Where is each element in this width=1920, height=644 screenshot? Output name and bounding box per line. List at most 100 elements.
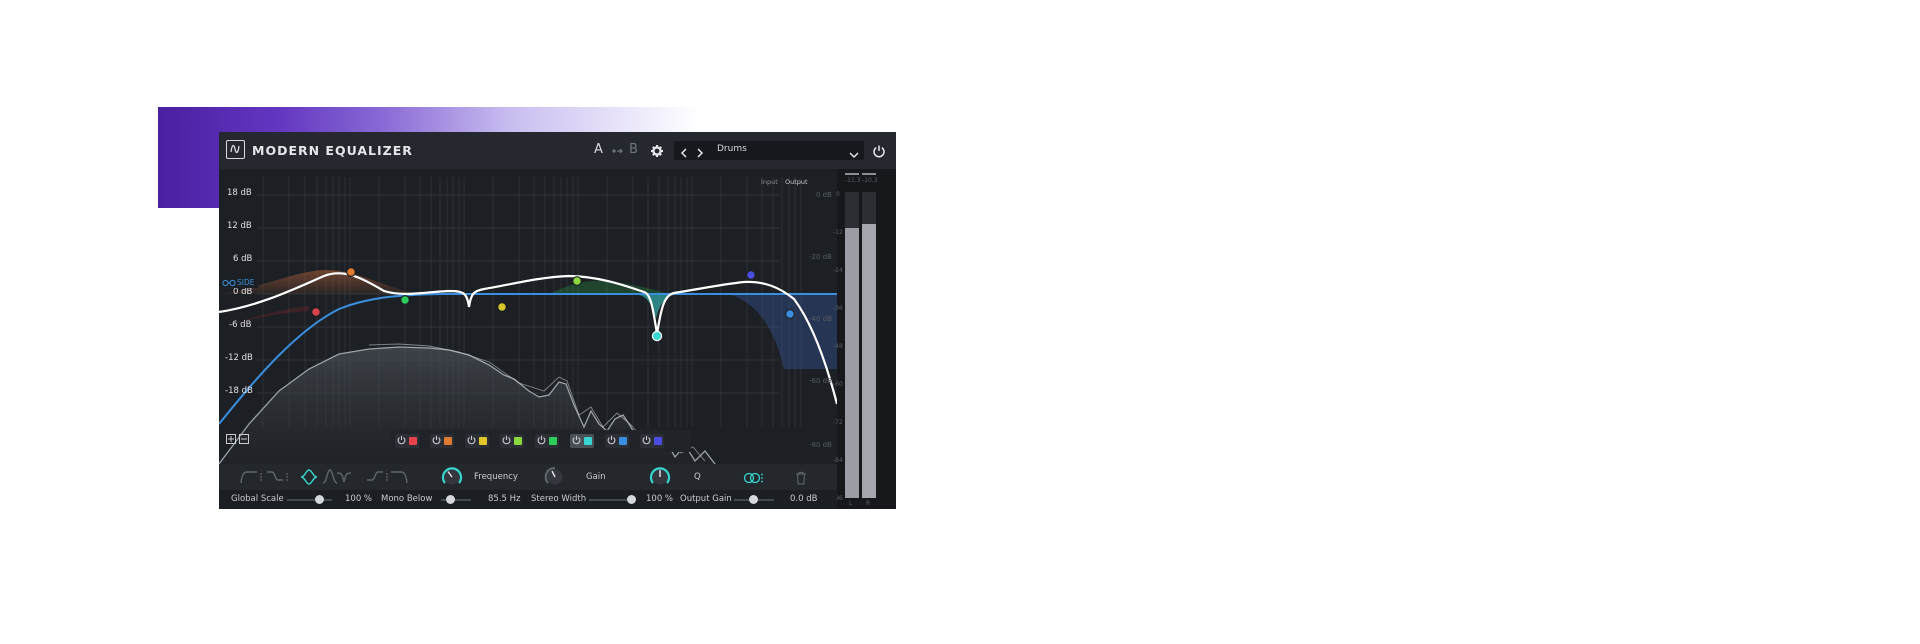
band-controls: Frequency Gain Q: [219, 464, 837, 490]
band-5-node: [572, 276, 582, 286]
gain-label-18: 18 dB: [227, 188, 252, 198]
preset-b-button[interactable]: B: [629, 142, 638, 157]
equalizer-logo-icon: [226, 140, 245, 159]
mono-below-value[interactable]: 85.5 Hz: [488, 494, 520, 504]
previous-preset-icon[interactable]: [679, 144, 689, 158]
band-1-power-icon[interactable]: [397, 435, 406, 448]
gain-label-minus-6: -6 dB: [229, 320, 252, 330]
stereo-width-value[interactable]: 100 %: [646, 494, 673, 504]
band-8-power-icon[interactable]: [642, 435, 651, 448]
meter-peak-l: -11.3: [845, 177, 861, 184]
preset-a-button[interactable]: A: [594, 142, 603, 157]
meter-tick-84: -84: [833, 457, 843, 464]
band-selector: [391, 430, 691, 452]
stereo-width-thumb[interactable]: [627, 495, 636, 504]
output-scale-minus-80: -80 dB: [809, 441, 832, 449]
gain-label-minus-18: -18 dB: [225, 386, 253, 396]
band-7-power-icon[interactable]: [607, 435, 616, 448]
band-6-power-icon[interactable]: [572, 435, 581, 448]
stereo-width-label: Stereo Width: [531, 494, 587, 504]
band-2-button[interactable]: [430, 434, 454, 448]
band-6-node: [651, 330, 663, 342]
band-4-power-icon[interactable]: [502, 435, 511, 448]
eq-graph[interactable]: 18 dB 12 dB 6 dB 0 dB -6 dB -12 dB -18 d…: [219, 169, 837, 464]
stereo-link-icon: [222, 279, 236, 287]
band-3-power-icon[interactable]: [467, 435, 476, 448]
band-4-button[interactable]: [500, 434, 524, 448]
output-toggle[interactable]: Output: [785, 178, 808, 186]
frequency-label: Frequency: [474, 472, 518, 482]
filter-type-selector[interactable]: [239, 464, 409, 490]
chevron-down-icon[interactable]: [848, 145, 860, 159]
meter-level-r: [862, 224, 876, 498]
meter-tick-12: -12: [833, 229, 843, 236]
meter-tick-36: -36: [833, 305, 843, 312]
band-4-node: [497, 302, 507, 312]
meter-channel-r: R: [866, 500, 871, 507]
mono-below-thumb[interactable]: [446, 495, 455, 504]
plugin-header: MODERN EQUALIZER A B Drums: [219, 132, 896, 169]
meter-tick-0: 0: [836, 191, 840, 198]
bell-icon: [300, 469, 318, 485]
band-6-cut-fill: [634, 294, 679, 319]
plugin-title: MODERN EQUALIZER: [252, 143, 413, 158]
band-pass-icon: [322, 469, 338, 484]
level-meters: -11.3 -10.3 0 -12 -24 -36 -48 -60 -72 -8…: [833, 169, 896, 509]
band-5-button[interactable]: [535, 434, 559, 448]
frequency-knob[interactable]: [441, 466, 463, 488]
gain-knob[interactable]: [544, 466, 566, 488]
band-2-node: [346, 267, 356, 277]
meter-tick-48: -48: [833, 343, 843, 350]
meter-tick-60: -60: [833, 381, 843, 388]
add-band-icon[interactable]: [226, 434, 236, 444]
high-shelf-icon: [367, 471, 383, 481]
settings-gear-icon[interactable]: [650, 143, 664, 157]
meter-tick-72: -72: [833, 419, 843, 426]
output-scale-minus-60: -60 dB: [809, 377, 832, 385]
band-4-color-swatch: [514, 437, 522, 445]
next-preset-icon[interactable]: [695, 144, 705, 158]
low-cut-icon: [240, 471, 257, 484]
low-shelf-icon: [267, 471, 283, 481]
band-8-node: [785, 309, 795, 319]
eq-curve-canvas[interactable]: [219, 169, 837, 464]
band-1-node: [311, 307, 321, 317]
band-3-button[interactable]: [465, 434, 489, 448]
global-controls: Global Scale 100 % Mono Below 85.5 Hz St…: [219, 490, 837, 509]
band-7-node: [746, 270, 756, 280]
band-3-node: [400, 295, 410, 305]
band-5-power-icon[interactable]: [537, 435, 546, 448]
meter-peak-hold-r: [862, 173, 876, 175]
global-scale-slider[interactable]: [287, 499, 332, 501]
band-6-color-swatch: [584, 437, 592, 445]
input-toggle[interactable]: Input: [761, 178, 778, 186]
output-gain-value[interactable]: 0.0 dB: [790, 494, 817, 504]
ab-copy-icon[interactable]: [610, 142, 624, 156]
band-7-button[interactable]: [605, 434, 629, 448]
output-gain-label: Output Gain: [680, 494, 732, 504]
band-6-button[interactable]: [570, 434, 594, 448]
gain-label-0: 0 dB: [233, 287, 253, 297]
band-2-power-icon[interactable]: [432, 435, 441, 448]
stereo-mode-icon[interactable]: [743, 470, 765, 484]
output-scale-minus-20: -20 dB: [809, 253, 832, 261]
q-knob[interactable]: [649, 466, 671, 488]
high-cut-icon: [391, 471, 408, 484]
output-gain-thumb[interactable]: [749, 495, 758, 504]
trash-icon[interactable]: [795, 470, 807, 485]
preset-dropdown[interactable]: Drums: [717, 144, 747, 154]
band-1-button[interactable]: [395, 434, 419, 448]
band-8-button[interactable]: [640, 434, 664, 448]
band-2-color-swatch: [444, 437, 452, 445]
band-1-color-swatch: [409, 437, 417, 445]
bypass-power-icon[interactable]: [872, 143, 886, 158]
gain-label-minus-12: -12 dB: [225, 353, 253, 363]
gain-label-12: 12 dB: [227, 221, 252, 231]
remove-band-icon[interactable]: [239, 434, 249, 444]
band-5-color-swatch: [549, 437, 557, 445]
meter-track-l: [845, 192, 859, 498]
preset-browser: Drums: [674, 141, 864, 160]
side-channel-badge[interactable]: SIDE: [222, 278, 258, 288]
global-scale-value[interactable]: 100 %: [345, 494, 372, 504]
global-scale-thumb[interactable]: [315, 495, 324, 504]
